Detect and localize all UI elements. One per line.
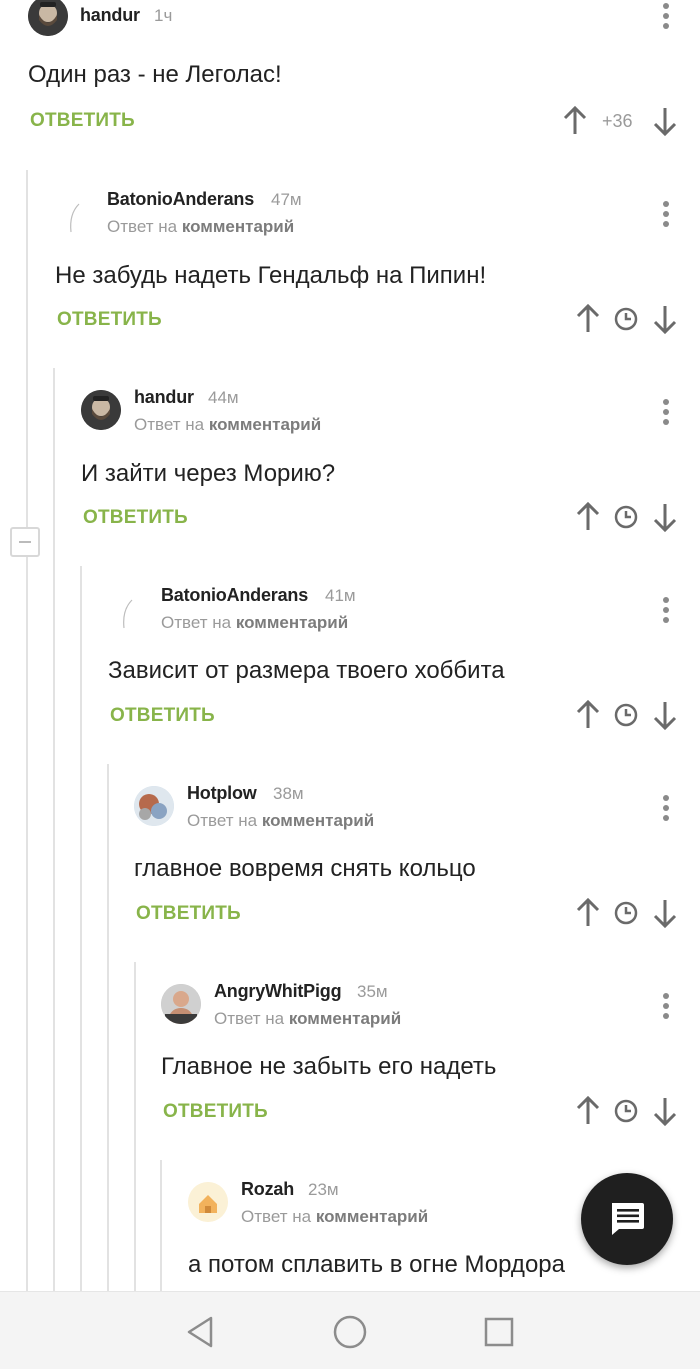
comment-time: 47м	[271, 190, 302, 209]
kebab-menu-icon[interactable]	[660, 396, 672, 432]
comment-text: главное вовремя снять кольцо	[134, 855, 476, 882]
thread-line-level-4	[107, 764, 109, 1291]
reply-to-line: Ответ на комментарий	[161, 613, 348, 633]
clock-icon[interactable]	[611, 896, 641, 930]
reply-button[interactable]: ОТВЕТИТЬ	[136, 903, 241, 925]
home-circle-icon[interactable]	[330, 1312, 370, 1352]
comment-text: а потом сплавить в огне Мордора	[188, 1251, 565, 1278]
comment-icon	[612, 1203, 644, 1235]
kebab-menu-icon[interactable]	[660, 792, 672, 828]
comment-time: 23м	[308, 1180, 339, 1199]
reply-button[interactable]: ОТВЕТИТЬ	[83, 507, 188, 529]
avatar[interactable]	[134, 786, 174, 826]
kebab-menu-icon[interactable]	[660, 594, 672, 630]
comment-time: 35м	[357, 982, 388, 1001]
arrow-down-icon[interactable]	[650, 1094, 680, 1128]
reply-prefix: Ответ на	[161, 613, 232, 632]
arrow-down-icon[interactable]	[650, 302, 680, 336]
reply-prefix: Ответ на	[134, 415, 205, 434]
reply-to-link[interactable]: комментарий	[209, 415, 321, 434]
comment-author[interactable]: handur	[134, 387, 194, 408]
avatar[interactable]	[55, 198, 95, 238]
reply-prefix: Ответ на	[107, 217, 178, 236]
reply-prefix: Ответ на	[241, 1207, 312, 1226]
reply-to-line: Ответ на комментарий	[107, 217, 294, 237]
kebab-menu-icon[interactable]	[660, 990, 672, 1026]
reply-to-line: Ответ на комментарий	[241, 1207, 428, 1227]
thread-line-level-2	[53, 368, 55, 1291]
reply-button[interactable]: ОТВЕТИТЬ	[30, 110, 135, 132]
comment-text: И зайти через Морию?	[81, 460, 336, 487]
comment-author[interactable]: Hotplow	[187, 783, 257, 804]
comment-text: Не забудь надеть Гендальф на Пипин!	[55, 262, 487, 289]
arrow-down-icon[interactable]	[650, 104, 680, 138]
comment-author[interactable]: AngryWhitPigg	[214, 981, 342, 1002]
clock-icon[interactable]	[611, 698, 641, 732]
vote-score: +36	[602, 111, 633, 131]
reply-to-link[interactable]: комментарий	[289, 1009, 401, 1028]
avatar[interactable]	[81, 390, 121, 430]
recents-square-icon[interactable]	[479, 1312, 519, 1352]
system-nav-bar	[0, 1291, 700, 1369]
collapse-thread-button[interactable]	[10, 527, 40, 557]
thread-line-level-3	[80, 566, 82, 1291]
clock-icon[interactable]	[611, 500, 641, 534]
comment-author[interactable]: BatonioAnderans	[161, 585, 308, 606]
reply-to-line: Ответ на комментарий	[134, 415, 321, 435]
kebab-menu-icon[interactable]	[660, 0, 672, 36]
reply-button[interactable]: ОТВЕТИТЬ	[163, 1101, 268, 1123]
reply-to-link[interactable]: комментарий	[262, 811, 374, 830]
comment-time: 41м	[325, 586, 356, 605]
reply-to-line: Ответ на комментарий	[187, 811, 374, 831]
arrow-up-icon[interactable]	[573, 1094, 603, 1128]
thread-line-level-5	[134, 962, 136, 1291]
comment-author[interactable]: Rozah	[241, 1179, 294, 1200]
arrow-down-icon[interactable]	[650, 698, 680, 732]
arrow-down-icon[interactable]	[650, 500, 680, 534]
clock-icon[interactable]	[611, 1094, 641, 1128]
kebab-menu-icon[interactable]	[660, 198, 672, 234]
arrow-up-icon[interactable]	[573, 500, 603, 534]
comment-text: Один раз - не Леголас!	[28, 61, 282, 88]
comment-time: 1ч	[154, 6, 173, 25]
thread-line-level-1	[26, 170, 28, 1291]
back-triangle-icon[interactable]	[181, 1312, 221, 1352]
comment-author[interactable]: handur	[80, 5, 140, 26]
arrow-up-icon[interactable]	[573, 698, 603, 732]
reply-button[interactable]: ОТВЕТИТЬ	[110, 705, 215, 727]
reply-to-link[interactable]: комментарий	[316, 1207, 428, 1226]
avatar[interactable]	[161, 984, 201, 1024]
avatar[interactable]	[188, 1182, 228, 1222]
avatar[interactable]	[28, 0, 68, 36]
reply-prefix: Ответ на	[214, 1009, 285, 1028]
reply-button[interactable]: ОТВЕТИТЬ	[57, 309, 162, 331]
comment-time: 38м	[273, 784, 304, 803]
comment-author[interactable]: BatonioAnderans	[107, 189, 254, 210]
avatar[interactable]	[108, 594, 148, 634]
arrow-down-icon[interactable]	[650, 896, 680, 930]
comment-time: 44м	[208, 388, 239, 407]
reply-to-line: Ответ на комментарий	[214, 1009, 401, 1029]
clock-icon[interactable]	[611, 302, 641, 336]
reply-prefix: Ответ на	[187, 811, 258, 830]
arrow-up-icon[interactable]	[560, 104, 590, 138]
reply-to-link[interactable]: комментарий	[236, 613, 348, 632]
comment-text: Зависит от размера твоего хоббита	[108, 657, 505, 684]
reply-to-link[interactable]: комментарий	[182, 217, 294, 236]
write-comment-button[interactable]	[581, 1173, 673, 1265]
comment-text: Главное не забыть его надеть	[161, 1053, 497, 1080]
arrow-up-icon[interactable]	[573, 302, 603, 336]
thread-line-level-6	[160, 1160, 162, 1291]
arrow-up-icon[interactable]	[573, 896, 603, 930]
minus-icon	[19, 541, 31, 543]
